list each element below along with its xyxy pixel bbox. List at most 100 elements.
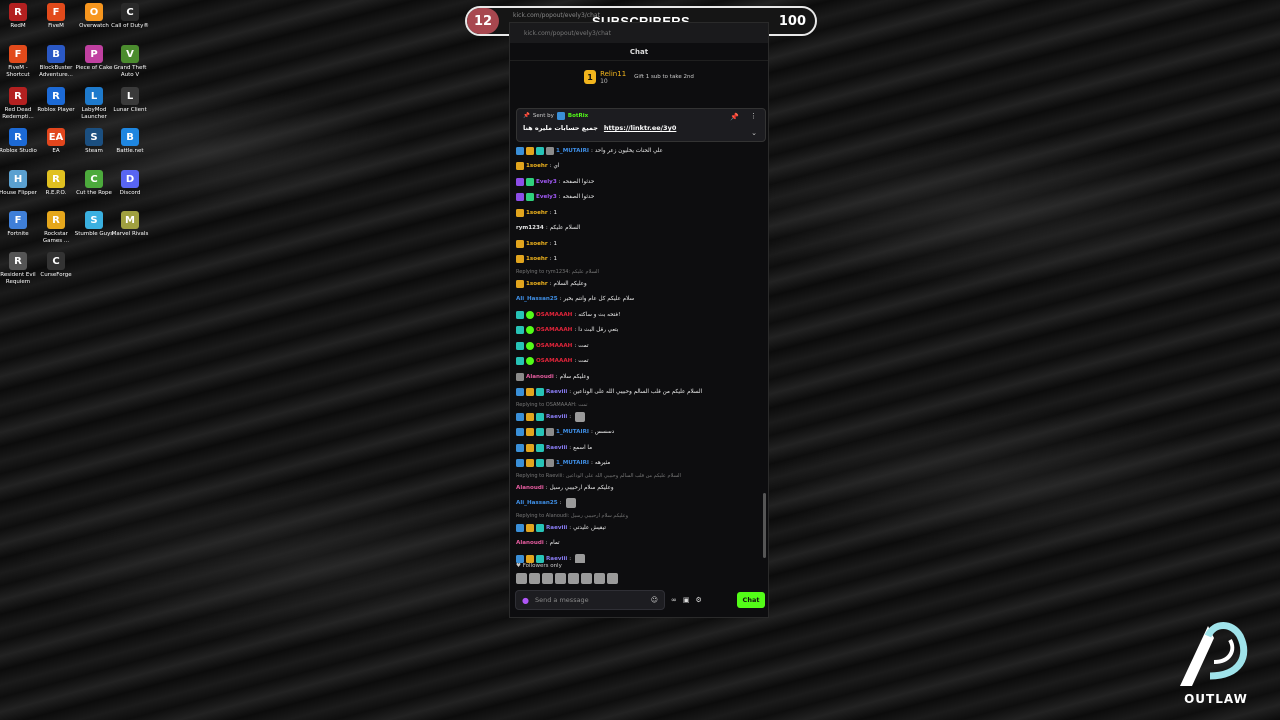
chat-message[interactable]: 1soehr:1 xyxy=(516,252,764,268)
points-icon[interactable]: ∞ xyxy=(671,596,677,604)
chat-username[interactable]: Evely3 xyxy=(536,179,557,185)
desktop-icon[interactable]: C CurseForge xyxy=(37,252,75,279)
emoji-icon[interactable]: ☺ xyxy=(651,596,658,604)
chat-username[interactable]: rym1234 xyxy=(516,225,544,231)
reply-context[interactable]: Replying to rym1234: السلام عليكم xyxy=(516,267,764,276)
desktop-icon[interactable]: R Rockstar Games ... xyxy=(37,211,75,244)
chat-username[interactable]: Raeviii xyxy=(546,445,567,451)
chat-input[interactable]: ● Send a message ☺ xyxy=(515,590,665,610)
chat-username[interactable]: Raeviii xyxy=(546,414,567,420)
emote-icon[interactable] xyxy=(568,573,579,584)
pinned-link[interactable]: https://linktr.ee/3y0 xyxy=(604,124,676,132)
chat-username[interactable]: Ali_Hassan25 xyxy=(516,500,558,506)
chat-username[interactable]: OSAMAAAH xyxy=(536,343,572,349)
chat-message[interactable]: Raeviii: xyxy=(516,409,764,425)
chat-message[interactable]: Raeviii: السلام عليكم من قلب السالم وحبيب… xyxy=(516,385,764,401)
chat-message[interactable]: 1_MUTAIRI: دسسس xyxy=(516,425,764,441)
chat-username[interactable]: OSAMAAAH xyxy=(536,358,572,364)
desktop-icon[interactable]: C Call of Duty® xyxy=(111,3,149,30)
chat-message[interactable]: Alanoudi: تمام xyxy=(516,536,764,552)
desktop-icon[interactable]: L LabyMod Launcher xyxy=(75,87,113,120)
chat-username[interactable]: 1_MUTAIRI xyxy=(556,148,589,154)
emote-icon[interactable] xyxy=(555,573,566,584)
chat-username[interactable]: OSAMAAAH xyxy=(536,327,572,333)
emote-icon[interactable] xyxy=(542,573,553,584)
chat-username[interactable]: Raeviii xyxy=(546,556,567,562)
chat-username[interactable]: 1soehr xyxy=(526,210,548,216)
gifter-name[interactable]: Relin11 xyxy=(600,70,626,78)
chat-message[interactable]: 1soehr:1 xyxy=(516,236,764,252)
chat-username[interactable]: 1soehr xyxy=(526,241,548,247)
desktop-icon[interactable]: D Discord xyxy=(111,170,149,197)
chat-message[interactable]: Alanoudi: وعليكم سلام ارحبيبي رسيل xyxy=(516,480,764,496)
emote-icon[interactable] xyxy=(581,573,592,584)
reply-context[interactable]: Replying to Raeviii: السلام عليكم من قلب… xyxy=(516,471,764,480)
chat-username[interactable]: Alanoudi xyxy=(526,374,554,380)
chat-message[interactable]: OSAMAAAH: تمت xyxy=(516,354,764,370)
desktop-icon[interactable]: L Lunar Client xyxy=(111,87,149,114)
desktop-icon[interactable]: R Roblox Player xyxy=(37,87,75,114)
desktop-icon[interactable]: R Resident Evil Requiem xyxy=(0,252,37,285)
chat-message[interactable]: 1soehr: وعليكم السلام xyxy=(516,276,764,292)
chat-message-list[interactable]: 1_MUTAIRI: علي الحنات يخليون زعر واحد 1soe… xyxy=(516,143,764,563)
chat-message[interactable]: 1_MUTAIRI: علي الحنات يخليون زعر واحد xyxy=(516,143,764,159)
desktop-icon[interactable]: B BlockBuster Adventure... xyxy=(37,45,75,78)
emote-icon[interactable] xyxy=(529,573,540,584)
chat-message[interactable]: Ali_Hassan25: سلام عليكم كل عام وانتم بخي… xyxy=(516,292,764,308)
desktop-icon[interactable]: R RedM xyxy=(0,3,37,30)
chat-username[interactable]: 1soehr xyxy=(526,281,548,287)
chat-username[interactable]: Evely3 xyxy=(536,194,557,200)
chat-username[interactable]: 1_MUTAIRI xyxy=(556,429,589,435)
desktop-icon[interactable]: F FiveM xyxy=(37,3,75,30)
desktop-icon[interactable]: EA EA xyxy=(37,128,75,155)
chat-message[interactable]: 1soehr: اي xyxy=(516,159,764,175)
reply-context[interactable]: Replying to OSAMAAAH: تمت xyxy=(516,400,764,409)
chat-message[interactable]: 1soehr:1 xyxy=(516,205,764,221)
pinned-bot-name[interactable]: BotRix xyxy=(568,113,588,119)
emote-strip[interactable] xyxy=(516,573,618,585)
chat-message[interactable]: Alanoudi: وعليكم سلام xyxy=(516,369,764,385)
chat-message[interactable]: rym1234: السلام عليكم xyxy=(516,221,764,237)
chat-username[interactable]: 1soehr xyxy=(526,163,548,169)
unpin-icon[interactable]: 📌 xyxy=(730,113,739,121)
desktop-icon[interactable]: F Fortnite xyxy=(0,211,37,238)
emote-icon[interactable] xyxy=(516,573,527,584)
chat-send-button[interactable]: Chat xyxy=(737,592,765,608)
pinned-message[interactable]: 📌 Sent by BotRix جميع حسابات مليره هنا h… xyxy=(516,108,766,142)
chat-username[interactable]: Ali_Hassan25 xyxy=(516,296,558,302)
reply-context[interactable]: Replying to Alanoudi: وعليكم سلام ارحبيب… xyxy=(516,511,764,520)
chat-message[interactable]: OSAMAAAH: تمت xyxy=(516,338,764,354)
desktop-icon[interactable]: H House Flipper xyxy=(0,170,37,197)
desktop-icon[interactable]: M Marvel Rivals xyxy=(111,211,149,238)
microphone-icon[interactable]: ● xyxy=(522,596,529,605)
chat-scrollbar[interactable] xyxy=(763,493,766,558)
chat-message[interactable]: Evely3: حدثوا الصفحه xyxy=(516,174,764,190)
chat-username[interactable]: 1_MUTAIRI xyxy=(556,460,589,466)
chat-username[interactable]: Raeviii xyxy=(546,525,567,531)
chat-message[interactable]: Raeviii: xyxy=(516,551,764,563)
desktop-icon[interactable]: R R.E.P.O. xyxy=(37,170,75,197)
emote-icon[interactable] xyxy=(607,573,618,584)
desktop-icon[interactable]: B Battle.net xyxy=(111,128,149,155)
chat-message[interactable]: 1_MUTAIRI: مثيرهه xyxy=(516,456,764,472)
chat-message[interactable]: Ali_Hassan25: xyxy=(516,496,764,512)
store-icon[interactable]: ▣ xyxy=(683,596,690,604)
chat-username[interactable]: Alanoudi xyxy=(516,540,544,546)
chat-message[interactable]: Raeviii: تيقيش عليدتي xyxy=(516,520,764,536)
url-bar[interactable]: kick.com/popout/evely3/chat xyxy=(510,23,768,43)
desktop-icon[interactable]: V Grand Theft Auto V xyxy=(111,45,149,78)
more-options-icon[interactable]: ⋮ xyxy=(750,112,757,120)
chevron-down-icon[interactable]: ⌄ xyxy=(751,129,757,137)
chat-username[interactable]: OSAMAAAH xyxy=(536,312,572,318)
chat-username[interactable]: Alanoudi xyxy=(516,485,544,491)
desktop-icon[interactable]: F FiveM - Shortcut xyxy=(0,45,37,78)
settings-icon[interactable]: ⚙ xyxy=(695,596,701,604)
desktop-icon[interactable]: R Roblox Studio xyxy=(0,128,37,155)
emote-icon[interactable] xyxy=(594,573,605,584)
chat-message[interactable]: OSAMAAAH: بتعي رقل البث دا xyxy=(516,323,764,339)
chat-message[interactable]: OSAMAAAH: فتحه بث و ساكته! xyxy=(516,307,764,323)
chat-username[interactable]: 1soehr xyxy=(526,256,548,262)
desktop-icon[interactable]: R Red Dead Redempti... xyxy=(0,87,37,120)
chat-message[interactable]: Raeviii: ما اسمع xyxy=(516,440,764,456)
chat-message[interactable]: Evely3: حدثوا الصفحه xyxy=(516,190,764,206)
